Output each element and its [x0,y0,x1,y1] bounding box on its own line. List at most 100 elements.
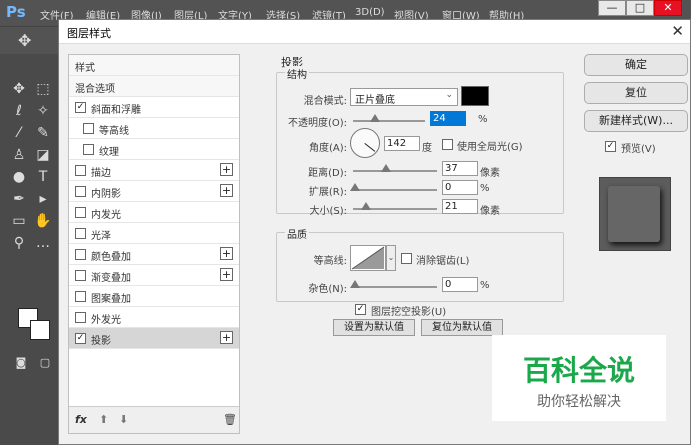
path-select-icon[interactable]: ▸ [34,190,52,208]
more-tools-icon[interactable]: … [34,234,52,252]
add-inner-shadow-icon[interactable]: + [220,184,233,197]
hand-icon[interactable]: ✋ [34,212,52,230]
maximize-button[interactable]: □ [626,0,654,16]
preview-checkbox[interactable]: ✓ [605,141,616,152]
list-item-texture[interactable]: 纹理 [69,139,239,160]
list-item-pattern-overlay[interactable]: 图案叠加 [69,286,239,307]
noise-slider-thumb[interactable] [350,280,360,288]
opacity-input[interactable]: 24 [430,111,466,126]
reset-button[interactable]: 复位 [584,82,688,104]
list-item-outer-glow[interactable]: 外发光 [69,307,239,328]
color-overlay-checkbox[interactable] [75,249,86,260]
pen-icon[interactable]: ✒ [10,190,28,208]
spread-slider-track[interactable] [353,189,437,191]
distance-label: 距离(D): [308,168,347,179]
menu-3d[interactable]: 3D(D) [355,7,385,18]
global-light-checkbox[interactable] [442,139,453,150]
noise-label: 杂色(N): [308,284,347,295]
list-item-bevel-emboss[interactable]: ✓ 斜面和浮雕 [69,97,239,118]
screen-mode-icon[interactable]: ▢ [36,354,54,372]
fx-icon[interactable]: fx [75,413,87,426]
opacity-slider-track[interactable] [353,120,425,122]
add-stroke-icon[interactable]: + [220,163,233,176]
noise-input[interactable]: 0 [442,277,478,292]
move-tool-icon[interactable]: ✥ [18,31,31,50]
distance-input[interactable]: 37 [442,161,478,176]
opacity-label: 不透明度(O): [287,118,347,129]
pattern-overlay-checkbox[interactable] [75,291,86,302]
spread-slider-thumb[interactable] [350,183,360,191]
antialias-checkbox[interactable] [401,253,412,264]
spread-input[interactable]: 0 [442,180,478,195]
close-app-button[interactable]: ✕ [654,0,682,16]
rectangle-icon[interactable]: ▭ [10,212,28,230]
magic-wand-icon[interactable]: ✧ [34,102,52,120]
fill-icon[interactable]: ● [10,168,28,186]
list-item-drop-shadow[interactable]: ✓ 投影 + [69,328,239,349]
angle-dial[interactable] [350,128,380,158]
add-color-overlay-icon[interactable]: + [220,247,233,260]
stroke-checkbox[interactable] [75,165,86,176]
zoom-icon[interactable]: ⚲ [10,234,28,252]
satin-checkbox[interactable] [75,228,86,239]
size-input[interactable]: 21 [442,199,478,214]
move-down-icon[interactable]: ⬇ [119,413,128,426]
size-unit: 像素 [480,206,500,217]
move-icon[interactable]: ✥ [10,80,28,98]
minimize-button[interactable]: — [598,0,626,16]
knockout-checkbox[interactable]: ✓ [355,304,366,315]
eyedropper-icon[interactable]: ⁄ [10,124,28,142]
list-item-blending-options[interactable]: 混合选项 [69,76,239,97]
list-item-contour[interactable]: 等高线 [69,118,239,139]
add-gradient-overlay-icon[interactable]: + [220,268,233,281]
brush-icon[interactable]: ✎ [34,124,52,142]
ok-button[interactable]: 确定 [584,54,688,76]
list-item-label: 内发光 [91,210,121,221]
list-item-styles[interactable]: 样式 [69,55,239,76]
list-item-inner-shadow[interactable]: 内阴影 + [69,181,239,202]
trash-icon[interactable]: 🗑 [223,413,237,426]
blend-mode-value: 正片叠底 [355,95,395,106]
eraser-icon[interactable]: ◪ [34,146,52,164]
list-item-color-overlay[interactable]: 颜色叠加 + [69,244,239,265]
list-item-stroke[interactable]: 描边 + [69,160,239,181]
contour-dropdown-icon[interactable]: ⌄ [386,245,396,271]
distance-slider-thumb[interactable] [381,164,391,172]
new-style-button[interactable]: 新建样式(W)... [584,110,688,132]
set-default-button[interactable]: 设置为默认值 [333,319,415,336]
text-icon[interactable]: T [34,168,52,186]
contour-checkbox[interactable] [83,123,94,134]
blend-mode-select[interactable]: 正片叠底 ⌄ [350,88,458,106]
contour-curve-icon [351,246,385,270]
list-item-inner-glow[interactable]: 内发光 [69,202,239,223]
list-item-label: 图案叠加 [91,294,131,305]
gradient-overlay-checkbox[interactable] [75,270,86,281]
move-up-icon[interactable]: ⬆ [99,413,108,426]
stamp-icon[interactable]: ♙ [10,146,28,164]
dialog-close-icon[interactable]: ✕ [671,22,684,40]
outer-glow-checkbox[interactable] [75,312,86,323]
inner-shadow-checkbox[interactable] [75,186,86,197]
lasso-icon[interactable]: ℓ [10,102,28,120]
inner-glow-checkbox[interactable] [75,207,86,218]
preview-label: 预览(V) [621,144,656,155]
marquee-icon[interactable]: ⬚ [34,80,52,98]
list-item-gradient-overlay[interactable]: 渐变叠加 + [69,265,239,286]
texture-checkbox[interactable] [83,144,94,155]
size-slider-thumb[interactable] [361,202,371,210]
list-item-label: 投影 [91,336,111,347]
styles-list: 样式 混合选项 ✓ 斜面和浮雕 等高线 纹理 描边 + 内阴影 + 内发光 光泽… [68,54,240,434]
background-color-swatch[interactable] [30,320,50,340]
bevel-emboss-checkbox[interactable]: ✓ [75,102,86,113]
drop-shadow-checkbox[interactable]: ✓ [75,333,86,344]
quick-mask-icon[interactable]: ◙ [12,354,30,372]
contour-picker[interactable] [350,245,386,271]
shadow-color-swatch[interactable] [461,86,489,106]
add-drop-shadow-icon[interactable]: + [220,331,233,344]
reset-default-button[interactable]: 复位为默认值 [421,319,503,336]
noise-slider-track[interactable] [353,286,437,288]
distance-slider-track[interactable] [353,170,437,172]
list-item-satin[interactable]: 光泽 [69,223,239,244]
opacity-slider-thumb[interactable] [370,114,380,122]
angle-input[interactable]: 142 [384,136,420,151]
